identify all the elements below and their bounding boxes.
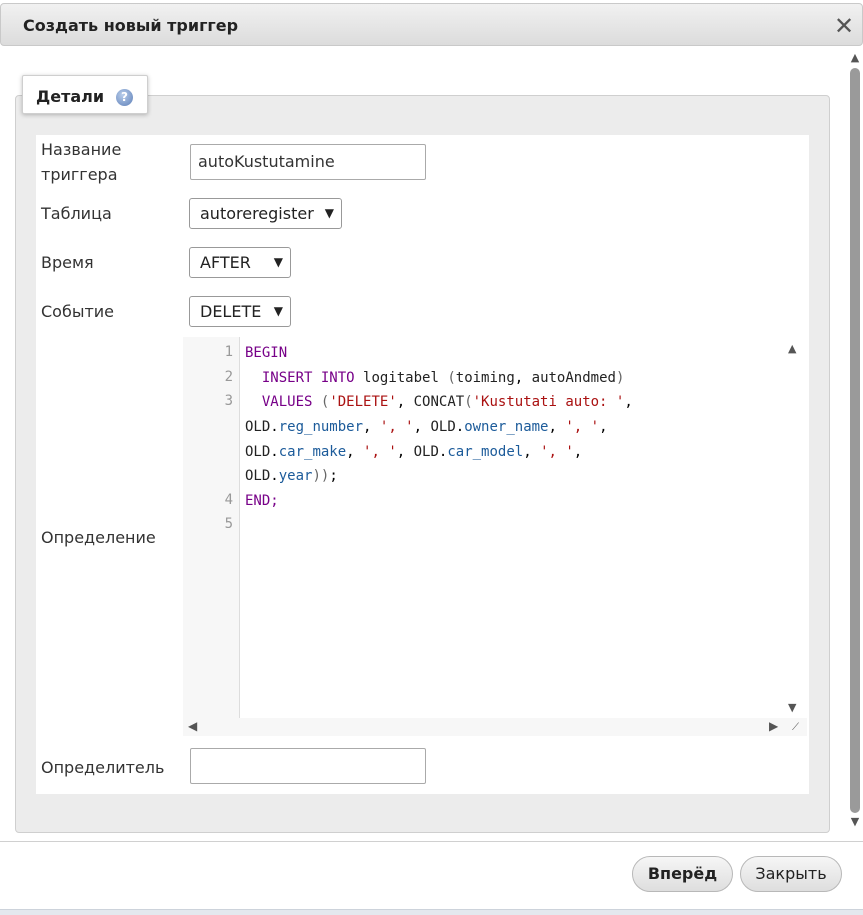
editor-horizontal-scrollbar[interactable]: ◀ ▶ ⟋ <box>183 718 807 736</box>
code-line: OLD.car_make, ', ', OLD.car_model, ', ', <box>245 444 583 460</box>
code-line-end: END; <box>245 493 279 509</box>
editor-scroll-up-icon[interactable]: ▲ <box>788 342 796 355</box>
editor-scroll-down-icon[interactable]: ▼ <box>788 701 796 714</box>
table-select[interactable]: autoreregister ▼ <box>189 198 342 229</box>
scroll-left-icon[interactable]: ◀ <box>188 719 197 733</box>
definer-input[interactable] <box>190 748 426 784</box>
resize-handle-icon[interactable]: ⟋ <box>792 722 799 733</box>
time-select[interactable]: AFTER ▼ <box>189 247 291 278</box>
definer-label: Определитель <box>41 758 165 777</box>
trigger-name-value: autoKustutamine <box>198 152 335 171</box>
code-line-1: BEGIN <box>245 345 288 361</box>
code-line: END; <box>245 489 279 514</box>
scrollbar-thumb[interactable] <box>850 68 860 813</box>
code-line: OLD.reg_number, ', ', OLD.owner_name, ',… <box>245 419 608 435</box>
table-select-value: autoreregister <box>200 204 314 223</box>
code-line: OLD.year)); <box>245 468 338 484</box>
scroll-up-icon[interactable]: ▲ <box>849 52 861 64</box>
event-label: Событие <box>41 302 115 321</box>
event-select-value: DELETE <box>200 302 262 321</box>
dialog-scrollbar[interactable]: ▲ ▼ <box>849 50 861 832</box>
tab-details[interactable]: Детали ? <box>22 75 148 114</box>
line-number: 3 <box>224 393 233 409</box>
trigger-name-label: Название триггера <box>41 140 122 184</box>
scroll-down-icon[interactable]: ▼ <box>849 816 861 828</box>
create-trigger-dialog: Создать новый триггер ✕ ▲ ▼ Детали ? Наз… <box>0 0 863 915</box>
code-line: VALUES ('DELETE', CONCAT('Kustutati auto… <box>261 394 633 410</box>
line-number: 4 <box>224 492 233 508</box>
code-line: INSERT INTO logitabel (toiming, autoAndm… <box>261 370 625 386</box>
dialog-title: Создать новый триггер <box>23 16 239 35</box>
close-icon[interactable]: ✕ <box>832 14 856 38</box>
tab-details-label: Детали <box>36 87 105 106</box>
time-select-value: AFTER <box>200 253 251 272</box>
bottom-edge <box>0 909 863 915</box>
close-button[interactable]: Закрыть <box>740 856 842 892</box>
line-number-gutter: 1 2 3 4 5 <box>183 337 240 718</box>
event-select[interactable]: DELETE ▼ <box>189 296 291 327</box>
scroll-right-icon[interactable]: ▶ <box>769 719 778 733</box>
line-number: 2 <box>224 369 233 385</box>
forward-button[interactable]: Вперёд <box>632 856 733 892</box>
dialog-titlebar: Создать новый триггер ✕ <box>0 3 863 46</box>
definition-label: Определение <box>41 528 156 547</box>
line-number: 5 <box>224 516 233 532</box>
chevron-down-icon: ▼ <box>273 304 283 318</box>
footer-divider <box>0 841 863 842</box>
line-number: 1 <box>224 344 233 360</box>
question-icon[interactable]: ? <box>116 89 133 106</box>
chevron-down-icon: ▼ <box>273 255 283 269</box>
table-label: Таблица <box>41 204 112 223</box>
definition-code-editor[interactable]: 1 2 3 4 5 BEGIN INSERT INTO logitabel (t… <box>183 337 807 736</box>
time-label: Время <box>41 253 94 272</box>
code-line: BEGIN <box>245 341 287 366</box>
trigger-name-input[interactable]: autoKustutamine <box>190 144 426 180</box>
chevron-down-icon: ▼ <box>324 206 334 220</box>
